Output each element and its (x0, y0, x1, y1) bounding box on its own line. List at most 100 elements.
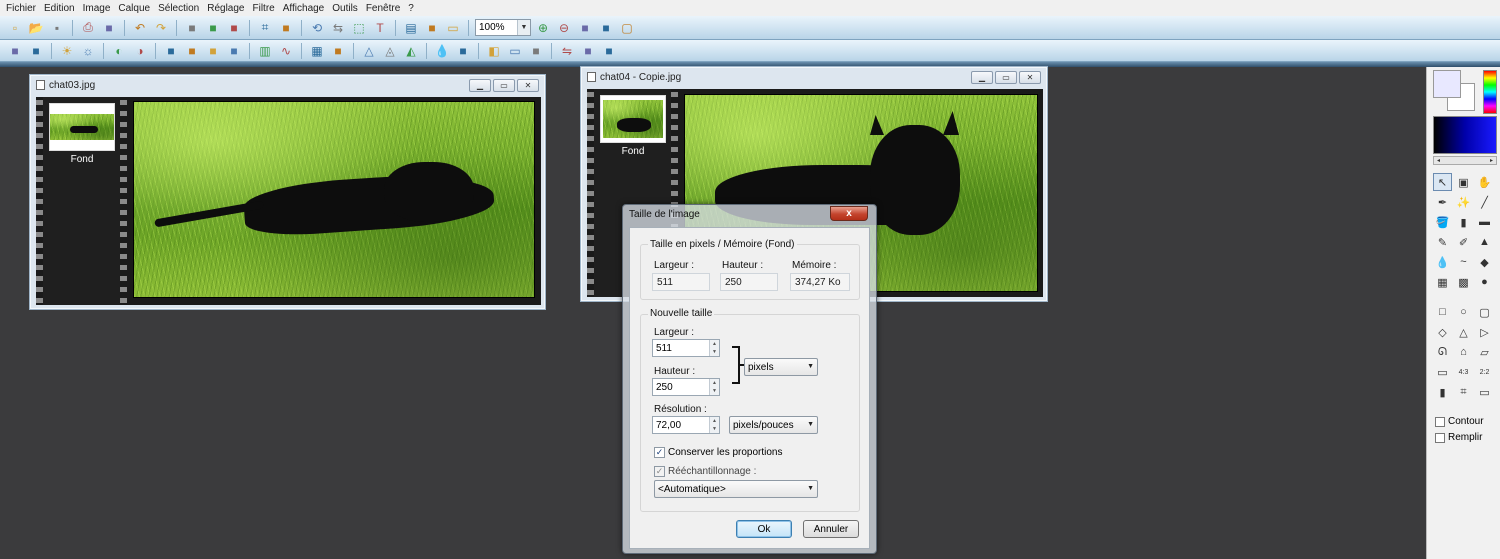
resolution-unit-select[interactable]: pixels/pouces ▼ (729, 416, 818, 434)
transform-icon[interactable]: ⌗ (1454, 383, 1473, 401)
menu-item[interactable]: Sélection (154, 3, 203, 14)
new-height-input[interactable]: 250 ▲ ▼ (652, 378, 720, 396)
sharpen-icon[interactable]: △ (360, 42, 378, 60)
close-button[interactable]: ✕ (1019, 71, 1041, 84)
rect-select-icon[interactable]: ▭ (1433, 363, 1452, 381)
redo-icon[interactable]: ↷ (152, 19, 170, 37)
strawberry-icon[interactable]: ● (1475, 273, 1494, 291)
auto-levels-icon[interactable]: ■ (6, 42, 24, 60)
magic-wand-icon[interactable]: ✨ (1454, 193, 1473, 211)
spin-down-icon[interactable]: ▼ (710, 425, 719, 433)
red-eye-icon[interactable]: ◆ (1475, 253, 1494, 271)
color-spectrum[interactable] (1483, 70, 1497, 114)
portrait-icon[interactable]: ▩ (1454, 273, 1473, 291)
menu-item[interactable]: Fenêtre (362, 3, 404, 14)
contrast-down-icon[interactable]: ◑ (131, 42, 149, 60)
contour-checkbox[interactable]: Contour (1435, 416, 1484, 427)
stamp-icon[interactable]: ▲ (1475, 233, 1494, 251)
palette-icon[interactable]: ◧ (485, 42, 503, 60)
scan-icon[interactable]: ■ (100, 19, 118, 37)
grid-icon[interactable]: ▦ (308, 42, 326, 60)
dropper-icon[interactable]: ■ (454, 42, 472, 60)
soften-icon[interactable]: ◭ (402, 42, 420, 60)
checkmark-icon[interactable]: ✓ (654, 447, 665, 458)
minimize-button[interactable]: ▁ (971, 71, 993, 84)
play-triangle-icon[interactable]: ▷ (1475, 323, 1494, 341)
curves-icon[interactable]: ∿ (277, 42, 295, 60)
menu-item[interactable]: Fichier (2, 3, 40, 14)
minimize-button[interactable]: ▁ (469, 79, 491, 92)
drop-icon[interactable]: 💧 (433, 42, 451, 60)
brightness-up-icon[interactable]: ☀ (58, 42, 76, 60)
spin-up-icon[interactable]: ▲ (710, 379, 719, 387)
window-icon[interactable]: ▭ (444, 19, 462, 37)
dialog-close-button[interactable]: x (830, 206, 868, 221)
print-icon[interactable]: ⎙ (79, 19, 97, 37)
ratio-2-2-icon[interactable]: 2:2 (1475, 363, 1494, 381)
cancel-button[interactable]: Annuler (803, 520, 859, 538)
crop-icon[interactable]: ⌗ (256, 19, 274, 37)
rectangle-icon[interactable]: □ (1433, 303, 1452, 321)
checkbox-box[interactable] (1435, 432, 1445, 443)
fill-bucket-icon[interactable]: 🪣 (1433, 213, 1452, 231)
menu-item[interactable]: Outils (328, 3, 362, 14)
select-icon[interactable]: ⬚ (350, 19, 368, 37)
folder-icon[interactable]: ▱ (1475, 343, 1494, 361)
merge-icon[interactable]: ■ (225, 19, 243, 37)
window-titlebar[interactable]: chat03.jpg (30, 75, 545, 95)
layer-thumbnail[interactable] (600, 95, 666, 143)
clone-icon[interactable]: ✐ (1454, 233, 1473, 251)
menu-item[interactable]: Réglage (203, 3, 248, 14)
menu-item[interactable]: Affichage (279, 3, 329, 14)
spin-up-icon[interactable]: ▲ (710, 340, 719, 348)
color-balance-icon[interactable]: ■ (204, 42, 222, 60)
menu-item[interactable]: Filtre (249, 3, 279, 14)
keep-proportions-checkbox[interactable]: ✓ Conserver les proportions (654, 447, 783, 458)
drop-icon[interactable]: 💧 (1433, 253, 1452, 271)
hand-icon[interactable]: ✋ (1475, 173, 1494, 191)
noise-icon[interactable]: ■ (329, 42, 347, 60)
menu-item[interactable]: Image (79, 3, 115, 14)
menu-item[interactable]: Edition (40, 3, 79, 14)
maximize-button[interactable]: ▭ (995, 71, 1017, 84)
canvas-icon[interactable]: ■ (277, 19, 295, 37)
triangle-icon[interactable]: △ (1454, 323, 1473, 341)
polygon-icon[interactable]: ⌂ (1454, 343, 1473, 361)
color-scrollbar[interactable]: ◂ ▸ (1433, 156, 1497, 165)
chevron-down-icon[interactable]: ▼ (517, 20, 530, 35)
zoom-in-icon[interactable]: ⊕ (534, 19, 552, 37)
diamond-icon[interactable]: ◇ (1433, 323, 1452, 341)
menu-item[interactable]: ? (404, 3, 418, 14)
undo-icon[interactable]: ↶ (131, 19, 149, 37)
lasso-icon[interactable]: ᘏ (1433, 343, 1452, 361)
resolution-input[interactable]: 72,00 ▲ ▼ (652, 416, 720, 434)
brightness-down-icon[interactable]: ☼ (79, 42, 97, 60)
pattern-icon[interactable]: ▦ (1433, 273, 1452, 291)
gamma-down-icon[interactable]: ■ (183, 42, 201, 60)
spray-icon[interactable]: ▮ (1454, 213, 1473, 231)
unit-select[interactable]: pixels ▼ (744, 358, 818, 376)
eraser-icon[interactable]: ▬ (1475, 213, 1494, 231)
new-icon[interactable]: ▫ (6, 19, 24, 37)
ellipse-icon[interactable]: ○ (1454, 303, 1473, 321)
rounded-rect-icon[interactable]: ▢ (1475, 303, 1494, 321)
text-icon[interactable]: T (371, 19, 389, 37)
desaturate-icon[interactable]: ■ (225, 42, 243, 60)
layers-icon[interactable]: ▤ (402, 19, 420, 37)
zoom-out-icon[interactable]: ⊖ (555, 19, 573, 37)
mirror-icon[interactable]: ⇋ (558, 42, 576, 60)
flip-icon[interactable]: ⇆ (329, 19, 347, 37)
spin-down-icon[interactable]: ▼ (710, 348, 719, 356)
effects-icon[interactable]: ■ (423, 19, 441, 37)
fill-checkbox[interactable]: Remplir (1435, 432, 1482, 443)
auto-contrast-icon[interactable]: ■ (27, 42, 45, 60)
fit-window-icon[interactable]: ■ (576, 19, 594, 37)
levels-icon[interactable]: ▥ (256, 42, 274, 60)
print-preview-icon[interactable]: ■ (579, 42, 597, 60)
open-icon[interactable]: 📂 (27, 19, 45, 37)
filter-icon[interactable]: ■ (527, 42, 545, 60)
ratio-4-3-icon[interactable]: 4:3 (1454, 363, 1473, 381)
window-icon[interactable]: ▭ (1475, 383, 1494, 401)
document-window-chat03[interactable]: chat03.jpg ▁ ▭ ✕ Fond (29, 74, 546, 310)
column-icon[interactable]: ▮ (1433, 383, 1452, 401)
